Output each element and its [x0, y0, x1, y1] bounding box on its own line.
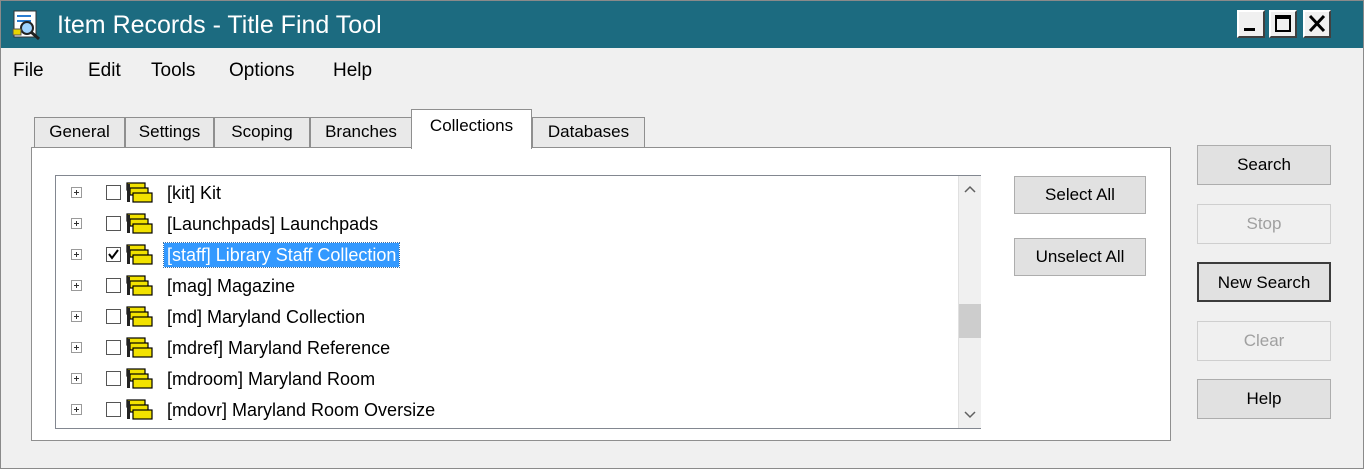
window-title: Item Records - Title Find Tool: [57, 11, 382, 39]
scroll-down-icon[interactable]: [959, 404, 981, 426]
expand-icon[interactable]: [71, 342, 82, 353]
minimize-button[interactable]: [1237, 10, 1265, 38]
maximize-icon: [1275, 15, 1291, 32]
maximize-button[interactable]: [1269, 10, 1297, 38]
app-window: Item Records - Title Find Tool File Edit…: [0, 0, 1364, 469]
close-icon: [1308, 14, 1326, 33]
item-checkbox[interactable]: [106, 278, 121, 293]
new-search-button[interactable]: New Search: [1197, 262, 1331, 302]
item-label: [mag] Magazine: [167, 276, 296, 296]
unselect-all-button[interactable]: Unselect All: [1014, 238, 1146, 276]
list-item[interactable]: [md] Maryland Collection: [56, 302, 956, 333]
item-label: [md] Maryland Collection: [167, 307, 366, 327]
tab-general[interactable]: General: [34, 117, 125, 147]
folder-stack-icon: [126, 182, 153, 203]
item-label: [staff] Library Staff Collection: [162, 242, 401, 268]
expand-icon[interactable]: [71, 311, 82, 322]
item-label: [mdref] Maryland Reference: [167, 338, 391, 358]
stop-button[interactable]: Stop: [1197, 204, 1331, 244]
item-checkbox[interactable]: [106, 185, 121, 200]
item-label: [kit] Kit: [167, 183, 222, 203]
tab-databases[interactable]: Databases: [532, 117, 645, 147]
search-button[interactable]: Search: [1197, 145, 1331, 185]
checkmark-icon: [108, 249, 119, 260]
item-label: [Launchpads] Launchpads: [167, 214, 379, 234]
folder-stack-icon: [126, 306, 153, 327]
expand-icon[interactable]: [71, 373, 82, 384]
help-button[interactable]: Help: [1197, 379, 1331, 419]
close-button[interactable]: [1303, 10, 1331, 38]
menu-file[interactable]: File: [13, 59, 44, 83]
item-checkbox[interactable]: [106, 216, 121, 231]
vertical-scrollbar[interactable]: [958, 176, 981, 428]
title-bar[interactable]: Item Records - Title Find Tool: [1, 1, 1363, 48]
tab-scoping[interactable]: Scoping: [214, 117, 310, 147]
list-item[interactable]: [mdovr] Maryland Room Oversize: [56, 395, 956, 426]
tab-collections[interactable]: Collections: [411, 109, 532, 149]
folder-stack-icon: [126, 244, 153, 265]
expand-icon[interactable]: [71, 280, 82, 291]
scrollbar-thumb[interactable]: [959, 304, 981, 338]
item-checkbox[interactable]: [106, 309, 121, 324]
expand-icon[interactable]: [71, 187, 82, 198]
tab-branches[interactable]: Branches: [310, 117, 412, 147]
item-checkbox[interactable]: [106, 402, 121, 417]
folder-stack-icon: [126, 275, 153, 296]
item-checkbox[interactable]: [106, 371, 121, 386]
expand-icon[interactable]: [71, 218, 82, 229]
list-item[interactable]: [mdroom] Maryland Room: [56, 364, 956, 395]
expand-icon[interactable]: [71, 404, 82, 415]
item-label: [mdovr] Maryland Room Oversize: [167, 400, 436, 420]
scroll-up-icon[interactable]: [959, 178, 981, 200]
tab-settings[interactable]: Settings: [125, 117, 214, 147]
list-item[interactable]: [staff] Library Staff Collection: [56, 240, 956, 271]
select-all-button[interactable]: Select All: [1014, 176, 1146, 214]
clear-button[interactable]: Clear: [1197, 321, 1331, 361]
folder-stack-icon: [126, 337, 153, 358]
item-checkbox[interactable]: [106, 340, 121, 355]
collections-tree-list[interactable]: [kit] Kit [Launchpads] Launchpads [staff…: [55, 175, 981, 429]
menu-tools[interactable]: Tools: [151, 59, 195, 83]
menu-bar: File Edit Tools Options Help: [1, 49, 1363, 89]
list-item[interactable]: [mag] Magazine: [56, 271, 956, 302]
list-item[interactable]: [mdref] Maryland Reference: [56, 333, 956, 364]
search-tool-icon: [12, 10, 40, 41]
folder-stack-icon: [126, 213, 153, 234]
folder-stack-icon: [126, 368, 153, 389]
list-item[interactable]: [kit] Kit: [56, 178, 956, 209]
expand-icon[interactable]: [71, 249, 82, 260]
item-label: [mdroom] Maryland Room: [167, 369, 376, 389]
menu-edit[interactable]: Edit: [88, 59, 121, 83]
list-item[interactable]: [Launchpads] Launchpads: [56, 209, 956, 240]
menu-help[interactable]: Help: [333, 59, 372, 83]
folder-stack-icon: [126, 399, 153, 420]
item-checkbox[interactable]: [106, 247, 121, 262]
menu-options[interactable]: Options: [229, 59, 294, 83]
minimize-icon: [1244, 28, 1255, 31]
